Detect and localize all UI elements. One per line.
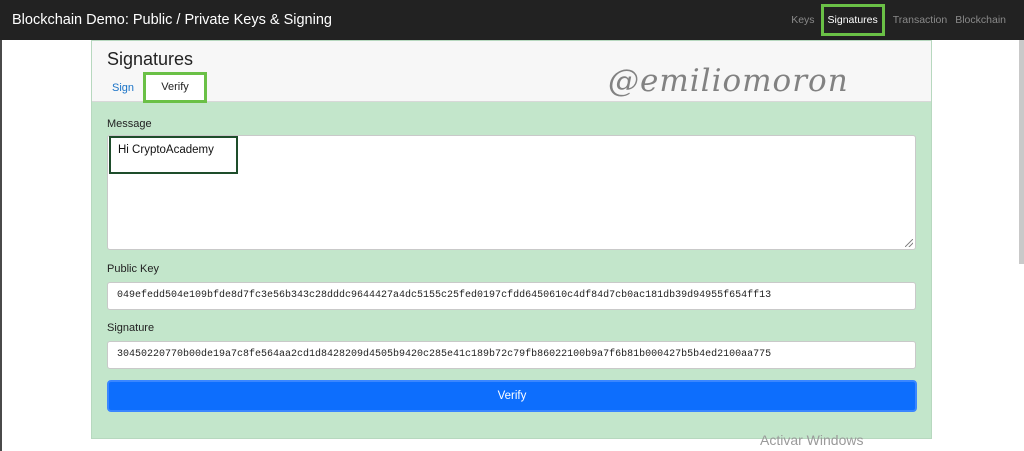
nav-link-keys[interactable]: Keys: [791, 14, 814, 26]
panel-header: Signatures Sign Verify @emiliomoron: [92, 41, 931, 103]
signature-label: Signature: [107, 322, 155, 334]
verify-button[interactable]: Verify: [107, 380, 917, 412]
tab-verify[interactable]: Verify: [143, 72, 207, 103]
public-key-input[interactable]: 049efedd504e109bfde8d7fc3e56b343c28dddc9…: [107, 282, 916, 310]
signatures-panel: Signatures Sign Verify @emiliomoron Mess…: [91, 40, 932, 439]
page-scrollbar[interactable]: [1019, 40, 1024, 264]
message-text: Hi CryptoAcademy: [109, 136, 238, 174]
app-title[interactable]: Blockchain Demo: Public / Private Keys &…: [12, 12, 332, 28]
message-textarea[interactable]: Hi CryptoAcademy: [107, 135, 916, 250]
left-edge-bar: [0, 40, 2, 451]
windows-activation-overlay: Activar Windows: [760, 432, 864, 448]
message-label: Message: [107, 118, 152, 130]
author-watermark: @emiliomoron: [608, 63, 849, 99]
resize-grip-icon[interactable]: [905, 239, 913, 247]
tab-sign[interactable]: Sign: [112, 82, 134, 94]
nav-link-blockchain[interactable]: Blockchain: [955, 14, 1006, 26]
nav-link-signatures[interactable]: Signatures: [820, 4, 885, 36]
nav-links: Keys Signatures Transaction Blockchain: [783, 0, 1006, 40]
top-navbar: Blockchain Demo: Public / Private Keys &…: [0, 0, 1024, 40]
public-key-label: Public Key: [107, 263, 159, 275]
nav-link-transaction[interactable]: Transaction: [893, 14, 947, 26]
signature-input[interactable]: 30450220770b00de19a7c8fe564aa2cd1d842820…: [107, 341, 916, 369]
panel-title: Signatures: [107, 49, 194, 69]
